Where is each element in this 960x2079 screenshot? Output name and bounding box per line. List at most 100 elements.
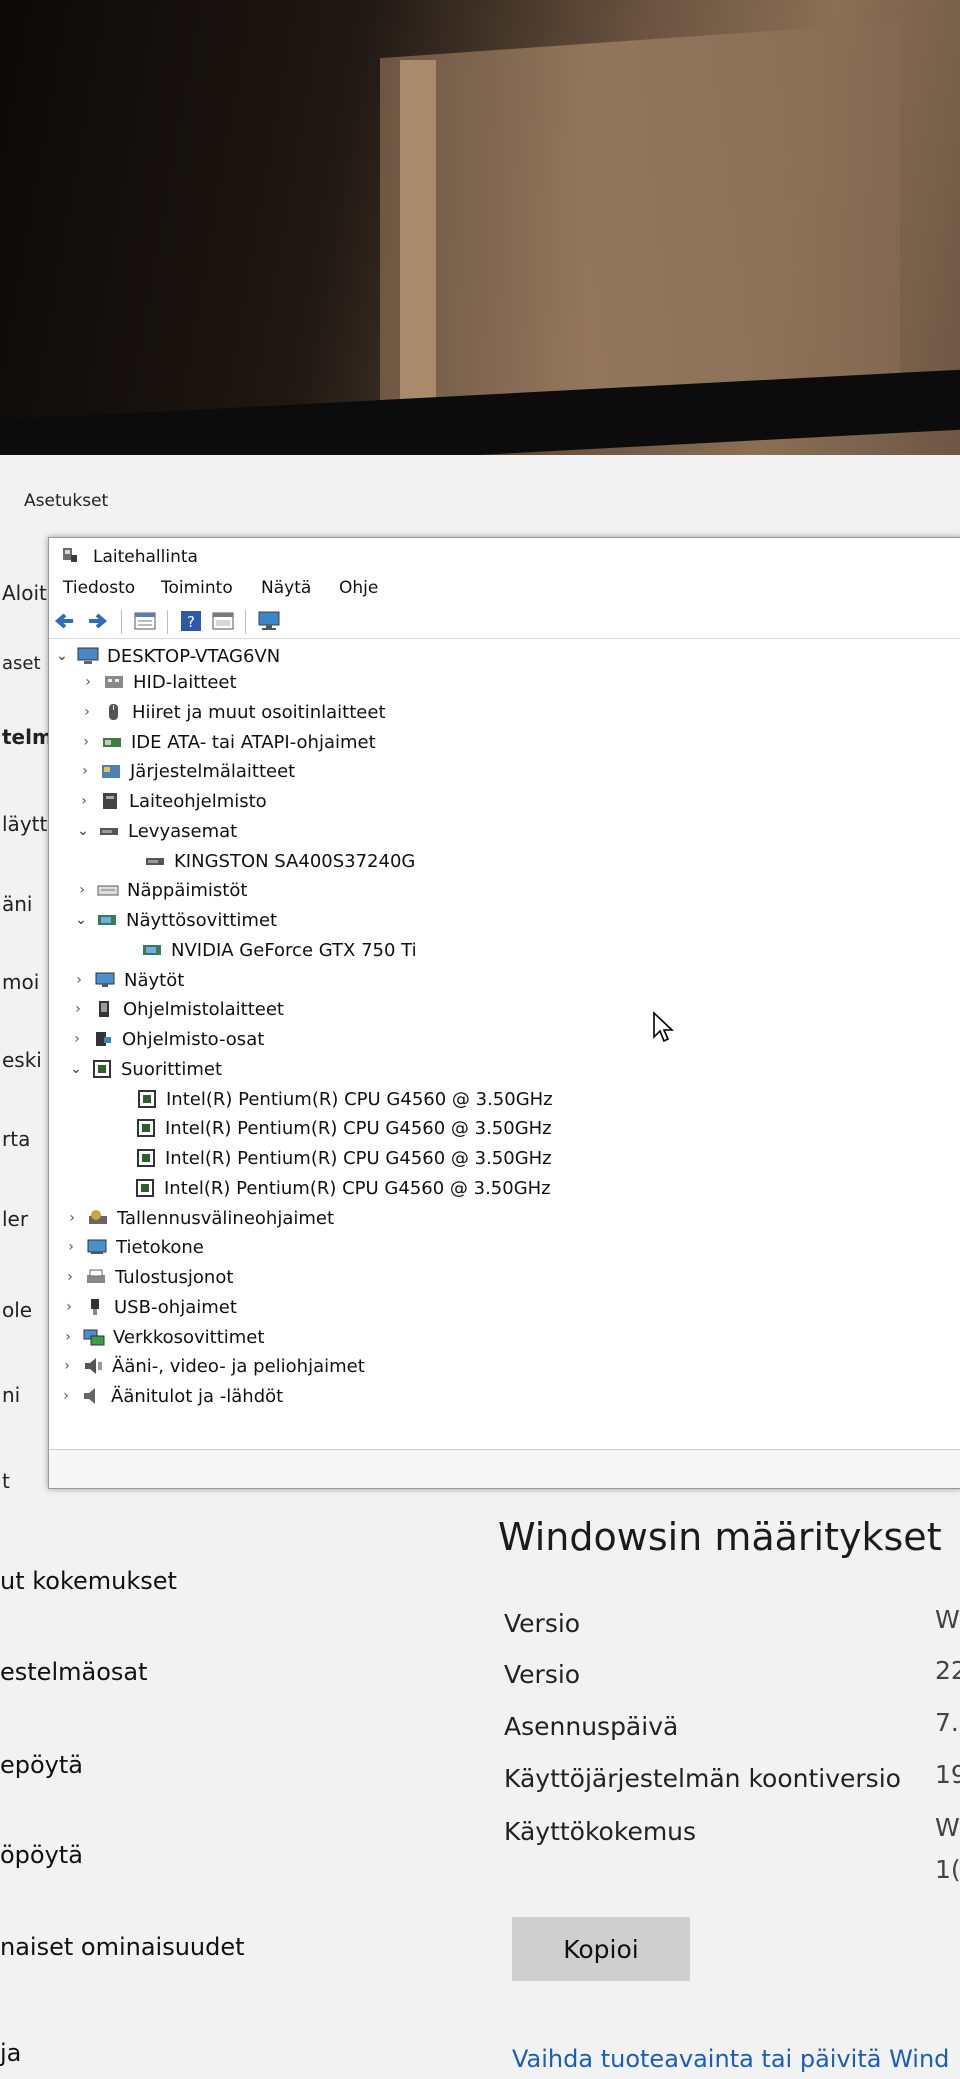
tree-item-label: Intel(R) Pentium(R) CPU G4560 @ 3.50GHz xyxy=(165,1147,552,1169)
tree-item[interactable]: NVIDIA GeForce GTX 750 Ti xyxy=(119,937,417,963)
chevron-right-icon[interactable]: › xyxy=(60,1358,74,1374)
svg-text:?: ? xyxy=(187,613,195,631)
left-fragment-11[interactable]: ni xyxy=(2,1383,20,1407)
chevron-right-icon[interactable]: › xyxy=(62,1299,76,1315)
left-fragment-10[interactable]: ole xyxy=(2,1298,32,1322)
left-fragment-4[interactable]: läytt xyxy=(2,812,47,836)
chevron-right-icon[interactable]: › xyxy=(64,1239,78,1255)
left-fragment-5[interactable]: äni xyxy=(2,892,33,916)
tree-item[interactable]: ⌄ Suorittimet xyxy=(69,1056,222,1082)
menu-ohje[interactable]: Ohje xyxy=(339,578,378,598)
computer-icon xyxy=(87,1239,107,1254)
tree-item[interactable]: Intel(R) Pentium(R) CPU G4560 @ 3.50GHz xyxy=(113,1145,552,1171)
chevron-right-icon[interactable]: › xyxy=(63,1269,77,1285)
tree-item[interactable]: Intel(R) Pentium(R) CPU G4560 @ 3.50GHz xyxy=(113,1115,552,1141)
processor-icon xyxy=(93,1060,111,1078)
chevron-right-icon[interactable]: › xyxy=(65,1210,79,1226)
monitor-icon[interactable] xyxy=(257,610,281,632)
tree-root-label: DESKTOP-VTAG6VN xyxy=(107,645,281,667)
tree-item[interactable]: Intel(R) Pentium(R) CPU G4560 @ 3.50GHz xyxy=(114,1086,553,1112)
tree-item-label: Ohjelmistolaitteet xyxy=(123,998,284,1020)
tree-item[interactable]: › Ohjelmisto-osat xyxy=(70,1026,264,1052)
view-icon[interactable] xyxy=(211,610,235,632)
tree-root[interactable]: ⌄ DESKTOP-VTAG6VN xyxy=(55,643,280,669)
nav-item-tyopoyta[interactable]: epöytä xyxy=(0,1751,83,1779)
chevron-right-icon[interactable]: › xyxy=(70,1031,84,1047)
tree-item[interactable]: › Järjestelmälaitteet xyxy=(78,758,295,784)
spec-label-os-build: Käyttöjärjestelmän koontiversio xyxy=(504,1764,901,1793)
device-manager-titlebar[interactable]: Laitehallinta xyxy=(49,538,960,574)
nav-item-ominaisuudet[interactable]: naiset ominaisuudet xyxy=(0,1933,245,1961)
left-fragment-9[interactable]: ler xyxy=(2,1207,28,1231)
tree-item[interactable]: › USB-ohjaimet xyxy=(62,1294,237,1320)
chevron-right-icon[interactable]: › xyxy=(71,1001,85,1017)
menu-nayta[interactable]: Näytä xyxy=(261,578,311,598)
storage-controller-icon xyxy=(89,1210,107,1224)
left-fragment-8[interactable]: rta xyxy=(2,1127,30,1151)
room-pole xyxy=(400,60,436,400)
tree-item[interactable]: KINGSTON SA400S37240G xyxy=(122,848,415,874)
help-icon[interactable]: ? xyxy=(179,610,203,632)
printer-icon xyxy=(87,1269,105,1283)
status-bar xyxy=(49,1449,960,1488)
nav-item-kokemukset[interactable]: ut kokemukset xyxy=(0,1567,177,1595)
spec-value-edition: Wi xyxy=(935,1605,960,1634)
left-fragment-1[interactable]: Aloit xyxy=(2,581,47,605)
tree-item[interactable]: › Ääni-, video- ja peliohjaimet xyxy=(60,1353,365,1379)
device-manager-window: Laitehallinta Tiedosto Toiminto Näytä Oh… xyxy=(48,537,960,1489)
tree-item[interactable]: › Laiteohjelmisto xyxy=(77,788,266,814)
tree-item[interactable]: › Hiiret ja muut osoitinlaitteet xyxy=(80,699,385,725)
tree-item[interactable]: ⌄ Levyasemat xyxy=(76,818,237,844)
chevron-down-icon[interactable]: ⌄ xyxy=(74,912,88,928)
chevron-right-icon[interactable]: › xyxy=(75,882,89,898)
chevron-right-icon[interactable]: › xyxy=(59,1388,73,1404)
nav-item-ja[interactable]: ja xyxy=(0,2039,21,2067)
tree-item[interactable]: › Tulostusjonot xyxy=(63,1264,233,1290)
chevron-right-icon[interactable]: › xyxy=(77,793,91,809)
firmware-icon xyxy=(103,793,117,809)
tree-item[interactable]: › Tallennusvälineohjaimet xyxy=(65,1205,334,1231)
left-fragment-6[interactable]: moi xyxy=(2,970,39,994)
chevron-right-icon[interactable]: › xyxy=(79,734,93,750)
tree-item-label: Ohjelmisto-osat xyxy=(122,1028,265,1050)
chevron-right-icon[interactable]: › xyxy=(78,763,92,779)
menu-tiedosto[interactable]: Tiedosto xyxy=(63,578,135,598)
left-fragment-7[interactable]: eski xyxy=(2,1048,42,1072)
tree-item[interactable]: › Näytöt xyxy=(72,967,184,993)
nav-item-etatyopoyta[interactable]: öpöytä xyxy=(0,1841,83,1869)
chevron-right-icon[interactable]: › xyxy=(61,1329,75,1345)
room-wall xyxy=(380,21,900,419)
chevron-right-icon[interactable]: › xyxy=(72,972,86,988)
chevron-right-icon[interactable]: › xyxy=(81,674,95,690)
tree-item[interactable]: Intel(R) Pentium(R) CPU G4560 @ 3.50GHz xyxy=(112,1175,551,1201)
change-product-key-link[interactable]: Vaihda tuoteavainta tai päivitä Wind xyxy=(512,2045,949,2073)
properties-icon[interactable] xyxy=(133,610,157,632)
copy-button[interactable]: Kopioi xyxy=(512,1917,690,1981)
tree-item-label: HID-laitteet xyxy=(133,671,237,693)
usb-icon xyxy=(91,1299,99,1315)
tree-item[interactable]: › Verkkosovittimet xyxy=(61,1324,264,1350)
processor-icon xyxy=(137,1149,155,1167)
tree-item[interactable]: › Näppäimistöt xyxy=(75,877,247,903)
chevron-right-icon[interactable]: › xyxy=(80,704,94,720)
nav-item-jarjestelmaosat[interactable]: estelmäosat xyxy=(0,1658,148,1686)
tree-item[interactable]: › Ohjelmistolaitteet xyxy=(71,996,284,1022)
tree-item-label: Intel(R) Pentium(R) CPU G4560 @ 3.50GHz xyxy=(166,1088,553,1110)
tree-item[interactable]: › HID-laitteet xyxy=(81,669,237,695)
back-icon[interactable] xyxy=(53,610,77,632)
display-adapter-icon xyxy=(98,915,116,925)
device-tree: ⌄ DESKTOP-VTAG6VN › HID-laitteet › Hiiret j… xyxy=(49,639,960,1419)
left-fragment-2[interactable]: aset xyxy=(2,653,41,674)
tree-item[interactable]: › Äänitulot ja -lähdöt xyxy=(59,1383,283,1409)
tree-item-label: USB-ohjaimet xyxy=(114,1296,237,1318)
tree-item[interactable]: › Tietokone xyxy=(64,1234,204,1260)
tree-item[interactable]: › IDE ATA- tai ATAPI-ohjaimet xyxy=(79,729,375,755)
chevron-down-icon[interactable]: ⌄ xyxy=(69,1061,83,1077)
left-fragment-12[interactable]: t xyxy=(2,1469,10,1493)
forward-icon[interactable] xyxy=(85,610,109,632)
mouse-cursor-icon xyxy=(653,1011,675,1043)
chevron-down-icon[interactable]: ⌄ xyxy=(76,823,90,839)
menu-toiminto[interactable]: Toiminto xyxy=(161,578,233,598)
tree-item[interactable]: ⌄ Näyttösovittimet xyxy=(74,907,277,933)
chevron-down-icon[interactable]: ⌄ xyxy=(55,648,69,664)
